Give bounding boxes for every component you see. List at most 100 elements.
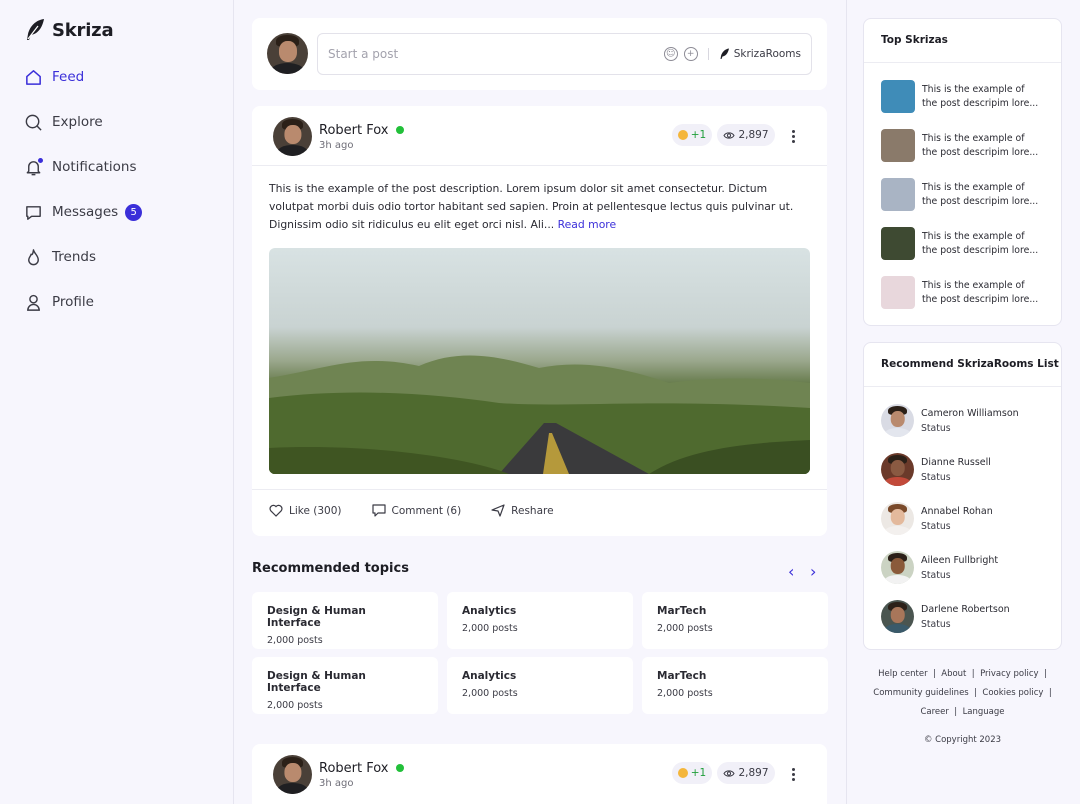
post-header: Robert Fox 3h ago (273, 755, 404, 794)
topic-name: Design & Human Interface (267, 605, 366, 629)
top-skriza-text: This is the example of the post descripi… (922, 280, 1039, 305)
emoji-icon[interactable]: ☺ (663, 47, 678, 61)
views-count: 2,897 (738, 767, 769, 779)
room-item[interactable]: Annabel Rohan Status (881, 502, 993, 535)
author-name[interactable]: Robert Fox (319, 123, 389, 138)
author-name-row: Robert Fox (319, 123, 404, 138)
top-skriza-item[interactable]: This is the example of the post descripi… (881, 276, 1042, 309)
footer-link-help-center[interactable]: Help center (878, 669, 927, 679)
more-options-icon[interactable] (792, 128, 796, 145)
add-icon[interactable]: + (683, 47, 698, 61)
skriza-rooms-label: SkrizaRooms (733, 48, 801, 60)
footer-link-about[interactable]: About (941, 669, 966, 679)
footer-link-language[interactable]: Language (963, 707, 1005, 717)
avatar-face (890, 459, 905, 477)
footer-link-cookies[interactable]: Cookies policy (982, 688, 1043, 698)
thumbnail (881, 129, 915, 162)
more-options-icon[interactable] (792, 766, 796, 783)
start-post-input[interactable]: Start a post ☺ + SkrizaRooms (317, 33, 812, 75)
nav-item-notifications[interactable]: Notifications (24, 156, 137, 178)
nav-item-explore[interactable]: Explore (24, 111, 103, 133)
room-item[interactable]: Dianne Russell Status (881, 453, 991, 486)
send-icon (491, 504, 505, 517)
nav-label: Notifications (52, 159, 137, 175)
author-avatar[interactable] (273, 755, 312, 794)
nav-item-messages[interactable]: Messages 5 (24, 201, 143, 223)
room-name: Annabel Rohan (921, 505, 993, 517)
nav-item-feed[interactable]: Feed (24, 66, 84, 88)
topic-card[interactable]: Analytics 2,000 posts (447, 657, 633, 714)
avatar-face (283, 762, 302, 783)
start-post-placeholder: Start a post (328, 47, 399, 61)
flame-icon (28, 248, 39, 265)
topic-card[interactable]: Analytics 2,000 posts (447, 592, 633, 649)
avatar (881, 453, 914, 486)
topic-card[interactable]: Design & Human Interface 2,000 posts (252, 657, 438, 714)
reshare-label: Reshare (511, 504, 554, 517)
footer-link-privacy[interactable]: Privacy policy (980, 669, 1039, 679)
avatar (881, 502, 914, 535)
room-item[interactable]: Aileen Fullbright Status (881, 551, 998, 584)
top-skrizas-card: Top Skrizas This is the example of the p… (863, 18, 1062, 326)
topic-count: 2,000 posts (267, 700, 323, 711)
footer-link-guidelines[interactable]: Community guidelines (873, 688, 968, 698)
user-icon (27, 294, 40, 311)
topic-name: MarTech (657, 605, 707, 617)
topic-count: 2,000 posts (657, 688, 713, 699)
footer-link-career[interactable]: Career (920, 707, 948, 717)
post-image[interactable] (269, 248, 810, 474)
left-sidebar: Skriza Feed Explore Notifications Messag… (0, 0, 234, 804)
top-skriza-item[interactable]: This is the example of the post descripi… (881, 80, 1042, 113)
reaction-pill[interactable]: +1 (672, 124, 712, 146)
avatar-body (884, 476, 911, 486)
skriza-rooms-button[interactable]: SkrizaRooms (719, 48, 801, 60)
top-skriza-item[interactable]: This is the example of the post descripi… (881, 129, 1042, 162)
room-item[interactable]: Cameron Williamson Status (881, 404, 1019, 437)
reaction-pill[interactable]: +1 (672, 762, 712, 784)
post-composer: Start a post ☺ + SkrizaRooms (252, 18, 827, 90)
topic-card[interactable]: MarTech 2,000 posts (642, 657, 828, 714)
comment-button[interactable]: Comment (6) (371, 504, 461, 517)
room-status: Status (921, 471, 951, 483)
like-label: Like (300) (289, 504, 342, 517)
topic-card[interactable]: MarTech 2,000 posts (642, 592, 828, 649)
room-status: Status (921, 422, 951, 434)
views-count: 2,897 (738, 129, 769, 141)
room-item[interactable]: Darlene Robertson Status (881, 600, 1010, 633)
top-skriza-item[interactable]: This is the example of the post descripi… (881, 178, 1042, 211)
author-name[interactable]: Robert Fox (319, 761, 389, 776)
avatar-face (283, 124, 302, 145)
topic-card[interactable]: Design & Human Interface 2,000 posts (252, 592, 438, 649)
top-skriza-text: This is the example of the post descripi… (922, 133, 1039, 158)
post-time: 3h ago (319, 777, 354, 789)
chevron-left-icon[interactable]: ‹ (788, 564, 794, 580)
author-avatar[interactable] (273, 117, 312, 156)
nav-label: Trends (52, 249, 96, 265)
avatar-face (278, 41, 297, 62)
footer-row: Career | Language (920, 707, 1005, 717)
nav-item-trends[interactable]: Trends (24, 246, 96, 268)
reshare-button[interactable]: Reshare (491, 504, 554, 517)
emoji-icon (677, 130, 688, 140)
room-info: Cameron Williamson Status (921, 408, 1019, 434)
top-skriza-text: This is the example of the post descripi… (922, 84, 1039, 109)
post-description-text: This is the example of the post descript… (269, 182, 794, 231)
chevron-right-icon[interactable]: › (810, 564, 816, 580)
feather-icon (27, 19, 44, 40)
eye-icon (723, 769, 736, 777)
avatar-body (884, 427, 911, 437)
avatar-body (276, 145, 309, 156)
eye-icon (723, 131, 736, 139)
avatar[interactable] (267, 33, 308, 74)
messages-badge: 5 (125, 203, 143, 221)
logo[interactable]: Skriza (24, 18, 114, 42)
topic-name: Analytics (462, 605, 517, 617)
room-info: Dianne Russell Status (921, 457, 991, 483)
views-pill: 2,897 (717, 124, 775, 146)
top-skriza-item[interactable]: This is the example of the post descripi… (881, 227, 1042, 260)
like-button[interactable]: Like (300) (269, 504, 342, 517)
nav-item-profile[interactable]: Profile (24, 291, 94, 313)
thumbnail (881, 178, 915, 211)
read-more-link[interactable]: Read more (558, 218, 617, 231)
heart-icon (269, 504, 283, 517)
